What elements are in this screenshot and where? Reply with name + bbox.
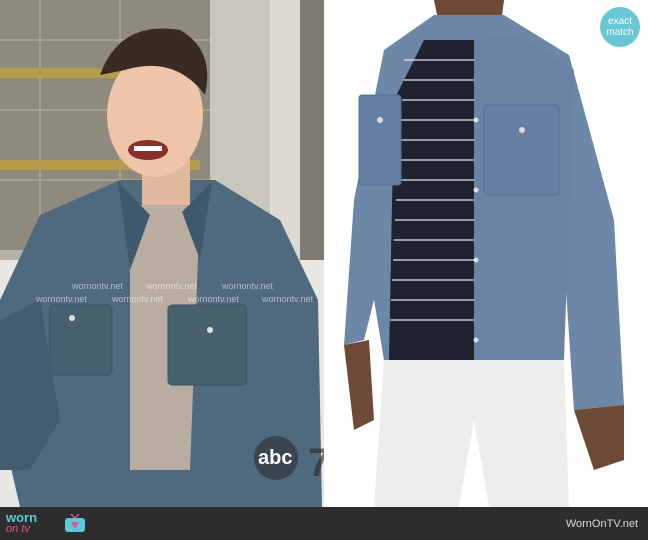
logo-ontv-text: on tv — [6, 523, 30, 535]
network-number: 7 — [308, 441, 324, 485]
product-photo — [324, 0, 648, 507]
network-name: abc — [258, 447, 293, 469]
wornontv-logo[interactable]: worn on tv — [6, 510, 86, 538]
product-illustration — [324, 0, 648, 507]
site-name[interactable]: WornOnTV.net — [566, 518, 638, 530]
exact-match-badge: exact match — [600, 7, 640, 47]
footer-bar: worn on tv WornOnTV.net — [0, 507, 648, 540]
network-logo: 7 abc — [252, 428, 324, 488]
badge-line-2: match — [606, 27, 634, 38]
tv-icon — [65, 513, 85, 532]
tv-still-photo: wornontv.net wornontv.net wornontv.net w… — [0, 0, 324, 507]
badge-line-1: exact — [608, 16, 632, 27]
